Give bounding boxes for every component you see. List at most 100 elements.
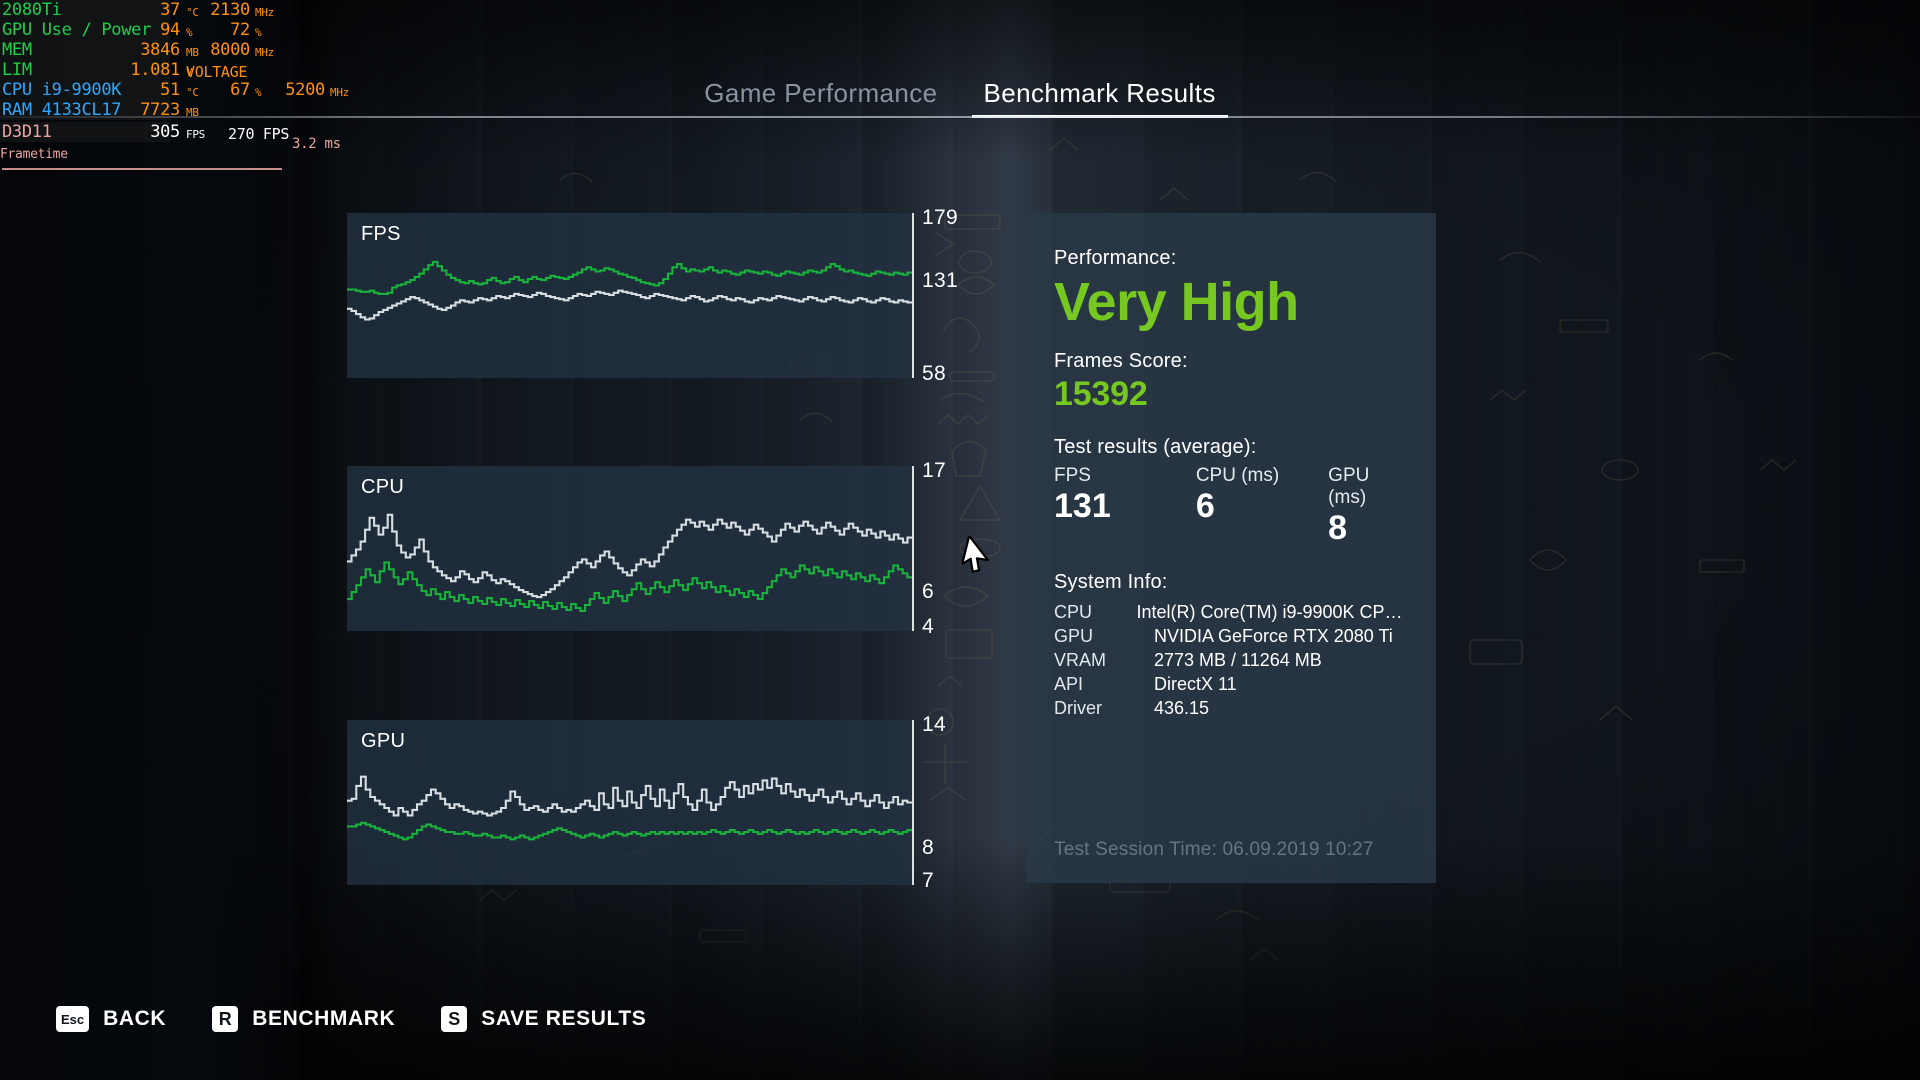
- osd-row-value-1: 7723: [140, 100, 180, 120]
- system-info-key: VRAM: [1054, 650, 1107, 670]
- chart-title: GPU: [361, 730, 406, 752]
- chart-gpu: GPU 14 8 7: [347, 713, 946, 892]
- benchmark-results-panel: Performance: Very High Frames Score: 153…: [1026, 213, 1436, 883]
- osd-row-value-3: 5200: [285, 80, 325, 100]
- osd-row-value-1: 3846: [140, 40, 180, 60]
- chart-title: CPU: [361, 476, 405, 498]
- osd-fps-value: 305: [150, 122, 180, 142]
- series-fps-white: [347, 289, 912, 321]
- chart-axis-line: [912, 720, 914, 885]
- series-cpu-white: [347, 513, 912, 599]
- chart-axis-label-bottom: 4: [922, 615, 934, 638]
- chart-plot: [347, 260, 912, 321]
- key-cap[interactable]: R: [212, 1006, 239, 1032]
- osd-row-label: MEM: [2, 40, 32, 60]
- test-results-label: Test results (average):: [1054, 436, 1257, 458]
- osd-row: GPU Use / Power 94% 72%: [0, 20, 430, 40]
- game-screen: 2080Ti 37 °C 2130 MHz GPU Use / Power 94% 72% ME…: [0, 0, 1920, 1080]
- chart-axis-label-mid: 6: [922, 580, 934, 603]
- system-info-row: VRAM 2773 MB / 11264 MB: [1054, 650, 1408, 674]
- key-hint-label: BACK: [103, 1007, 167, 1030]
- key-hint-label: SAVE RESULTS: [481, 1007, 647, 1030]
- osd-row-value-2: 2130: [210, 0, 250, 20]
- osd-row-unit-2: %: [255, 86, 262, 99]
- key-hint-back[interactable]: Esc BACK: [56, 1006, 166, 1032]
- chart-axis-label-mid: 131: [922, 269, 958, 292]
- chart-axis-label-top: 14: [922, 713, 946, 736]
- metric-value: 131: [1054, 487, 1111, 525]
- test-session-time: Test Session Time: 06.09.2019 10:27: [1054, 839, 1374, 860]
- system-info-table: CPU Intel(R) Core(TM) i9-9900K CPU @ 3.6.…: [1054, 602, 1408, 722]
- osd-row: 2080Ti 37 °C 2130 MHz: [0, 0, 430, 20]
- key-hint-save-results[interactable]: S SAVE RESULTS: [441, 1006, 646, 1032]
- frames-score-label: Frames Score:: [1054, 350, 1188, 372]
- system-info-row: API DirectX 11: [1054, 674, 1408, 698]
- series-fps-green: [347, 260, 912, 295]
- system-info-key: API: [1054, 674, 1084, 694]
- osd-row-value-2: VOLTAGE: [186, 63, 248, 81]
- system-info-key: CPU: [1054, 602, 1093, 622]
- series-cpu-green: [347, 561, 912, 613]
- osd-row-unit-2: MHz: [255, 46, 274, 59]
- chart-axis-line: [912, 213, 914, 378]
- osd-frametime-graph: [2, 168, 282, 170]
- system-info-value: 2773 MB / 11264 MB: [1154, 650, 1322, 670]
- osd-row-value-1: 1.081: [130, 60, 180, 80]
- chart-axis-label-top: 17: [922, 459, 946, 482]
- metric-name: GPU (ms): [1328, 465, 1370, 508]
- chart-axis-line: [912, 466, 914, 631]
- osd-api-label: D3D11: [2, 122, 52, 142]
- chart-axis-label-top: 179: [922, 206, 958, 229]
- osd-fps-second: 270 FPS: [228, 125, 290, 143]
- metric-name: FPS: [1054, 465, 1091, 486]
- osd-api-row: D3D11 305 FPS 270 FPS: [0, 122, 430, 143]
- osd-row-value-2: 72: [230, 20, 250, 40]
- osd-row-label: LIM: [2, 60, 32, 80]
- system-info-label: System Info:: [1054, 571, 1168, 593]
- tab-benchmark-results[interactable]: Benchmark Results: [971, 78, 1228, 118]
- chart-plot: [347, 513, 912, 613]
- frames-score-value: 15392: [1054, 375, 1148, 413]
- osd-row-value-2: 67: [230, 80, 250, 100]
- system-info-row: GPU NVIDIA GeForce RTX 2080 Ti: [1054, 626, 1408, 650]
- metric-name: CPU (ms): [1195, 465, 1280, 486]
- osd-row-label: 2080Ti: [2, 0, 62, 20]
- chart-fps: FPS 179 131 58: [347, 206, 958, 385]
- osd-fps-unit: FPS: [186, 128, 205, 141]
- system-info-row: CPU Intel(R) Core(TM) i9-9900K CPU @ 3.6.…: [1054, 602, 1408, 626]
- metric-value: 6: [1195, 487, 1215, 525]
- osd-frametime-label-row: Frametime: [0, 143, 430, 165]
- system-info-key: Driver: [1054, 698, 1102, 718]
- tab-game-performance[interactable]: Game Performance: [692, 78, 949, 118]
- key-cap[interactable]: S: [441, 1006, 468, 1032]
- osd-row-unit-2: MHz: [255, 6, 274, 19]
- metric-cpu-ms: CPU (ms) 6: [1196, 465, 1328, 547]
- chart-axis-label-bottom: 58: [922, 362, 946, 385]
- system-info-row: Driver 436.15: [1054, 698, 1408, 722]
- performance-label: Performance:: [1054, 247, 1177, 269]
- chart-axis-label-bottom: 7: [922, 869, 934, 892]
- tab-bar-divider: [0, 116, 1920, 118]
- system-info-key: GPU: [1054, 626, 1094, 646]
- metric-fps: FPS 131: [1054, 465, 1196, 547]
- system-info-value: Intel(R) Core(TM) i9-9900K CPU @ 3.6...: [1136, 602, 1408, 622]
- series-gpu-green: [347, 821, 912, 841]
- key-hint-bar: Esc BACK R BENCHMARK S SAVE RESULTS: [56, 1006, 646, 1032]
- key-hint-label: BENCHMARK: [252, 1007, 396, 1030]
- chart-cpu: CPU 17 6 4: [347, 459, 946, 638]
- system-info-value: 436.15: [1154, 698, 1210, 718]
- osd-row: MEM 3846 MB 8000 MHz: [0, 40, 430, 60]
- average-metrics: FPS 131 CPU (ms) 6 GPU (ms) 8: [1054, 465, 1408, 547]
- chart-plot: [347, 775, 912, 841]
- chart-title: FPS: [361, 223, 401, 245]
- osd-row-value-2: 8000: [210, 40, 250, 60]
- metric-gpu-ms: GPU (ms) 8: [1328, 465, 1408, 547]
- series-gpu-white: [347, 775, 912, 817]
- key-cap[interactable]: Esc: [56, 1006, 90, 1032]
- key-hint-benchmark[interactable]: R BENCHMARK: [212, 1006, 395, 1032]
- performance-value: Very High: [1054, 272, 1299, 332]
- system-info-value: DirectX 11: [1154, 674, 1237, 694]
- osd-row-unit-3: MHz: [330, 86, 349, 99]
- metric-value: 8: [1328, 509, 1348, 547]
- chart-axis-label-mid: 8: [922, 836, 934, 859]
